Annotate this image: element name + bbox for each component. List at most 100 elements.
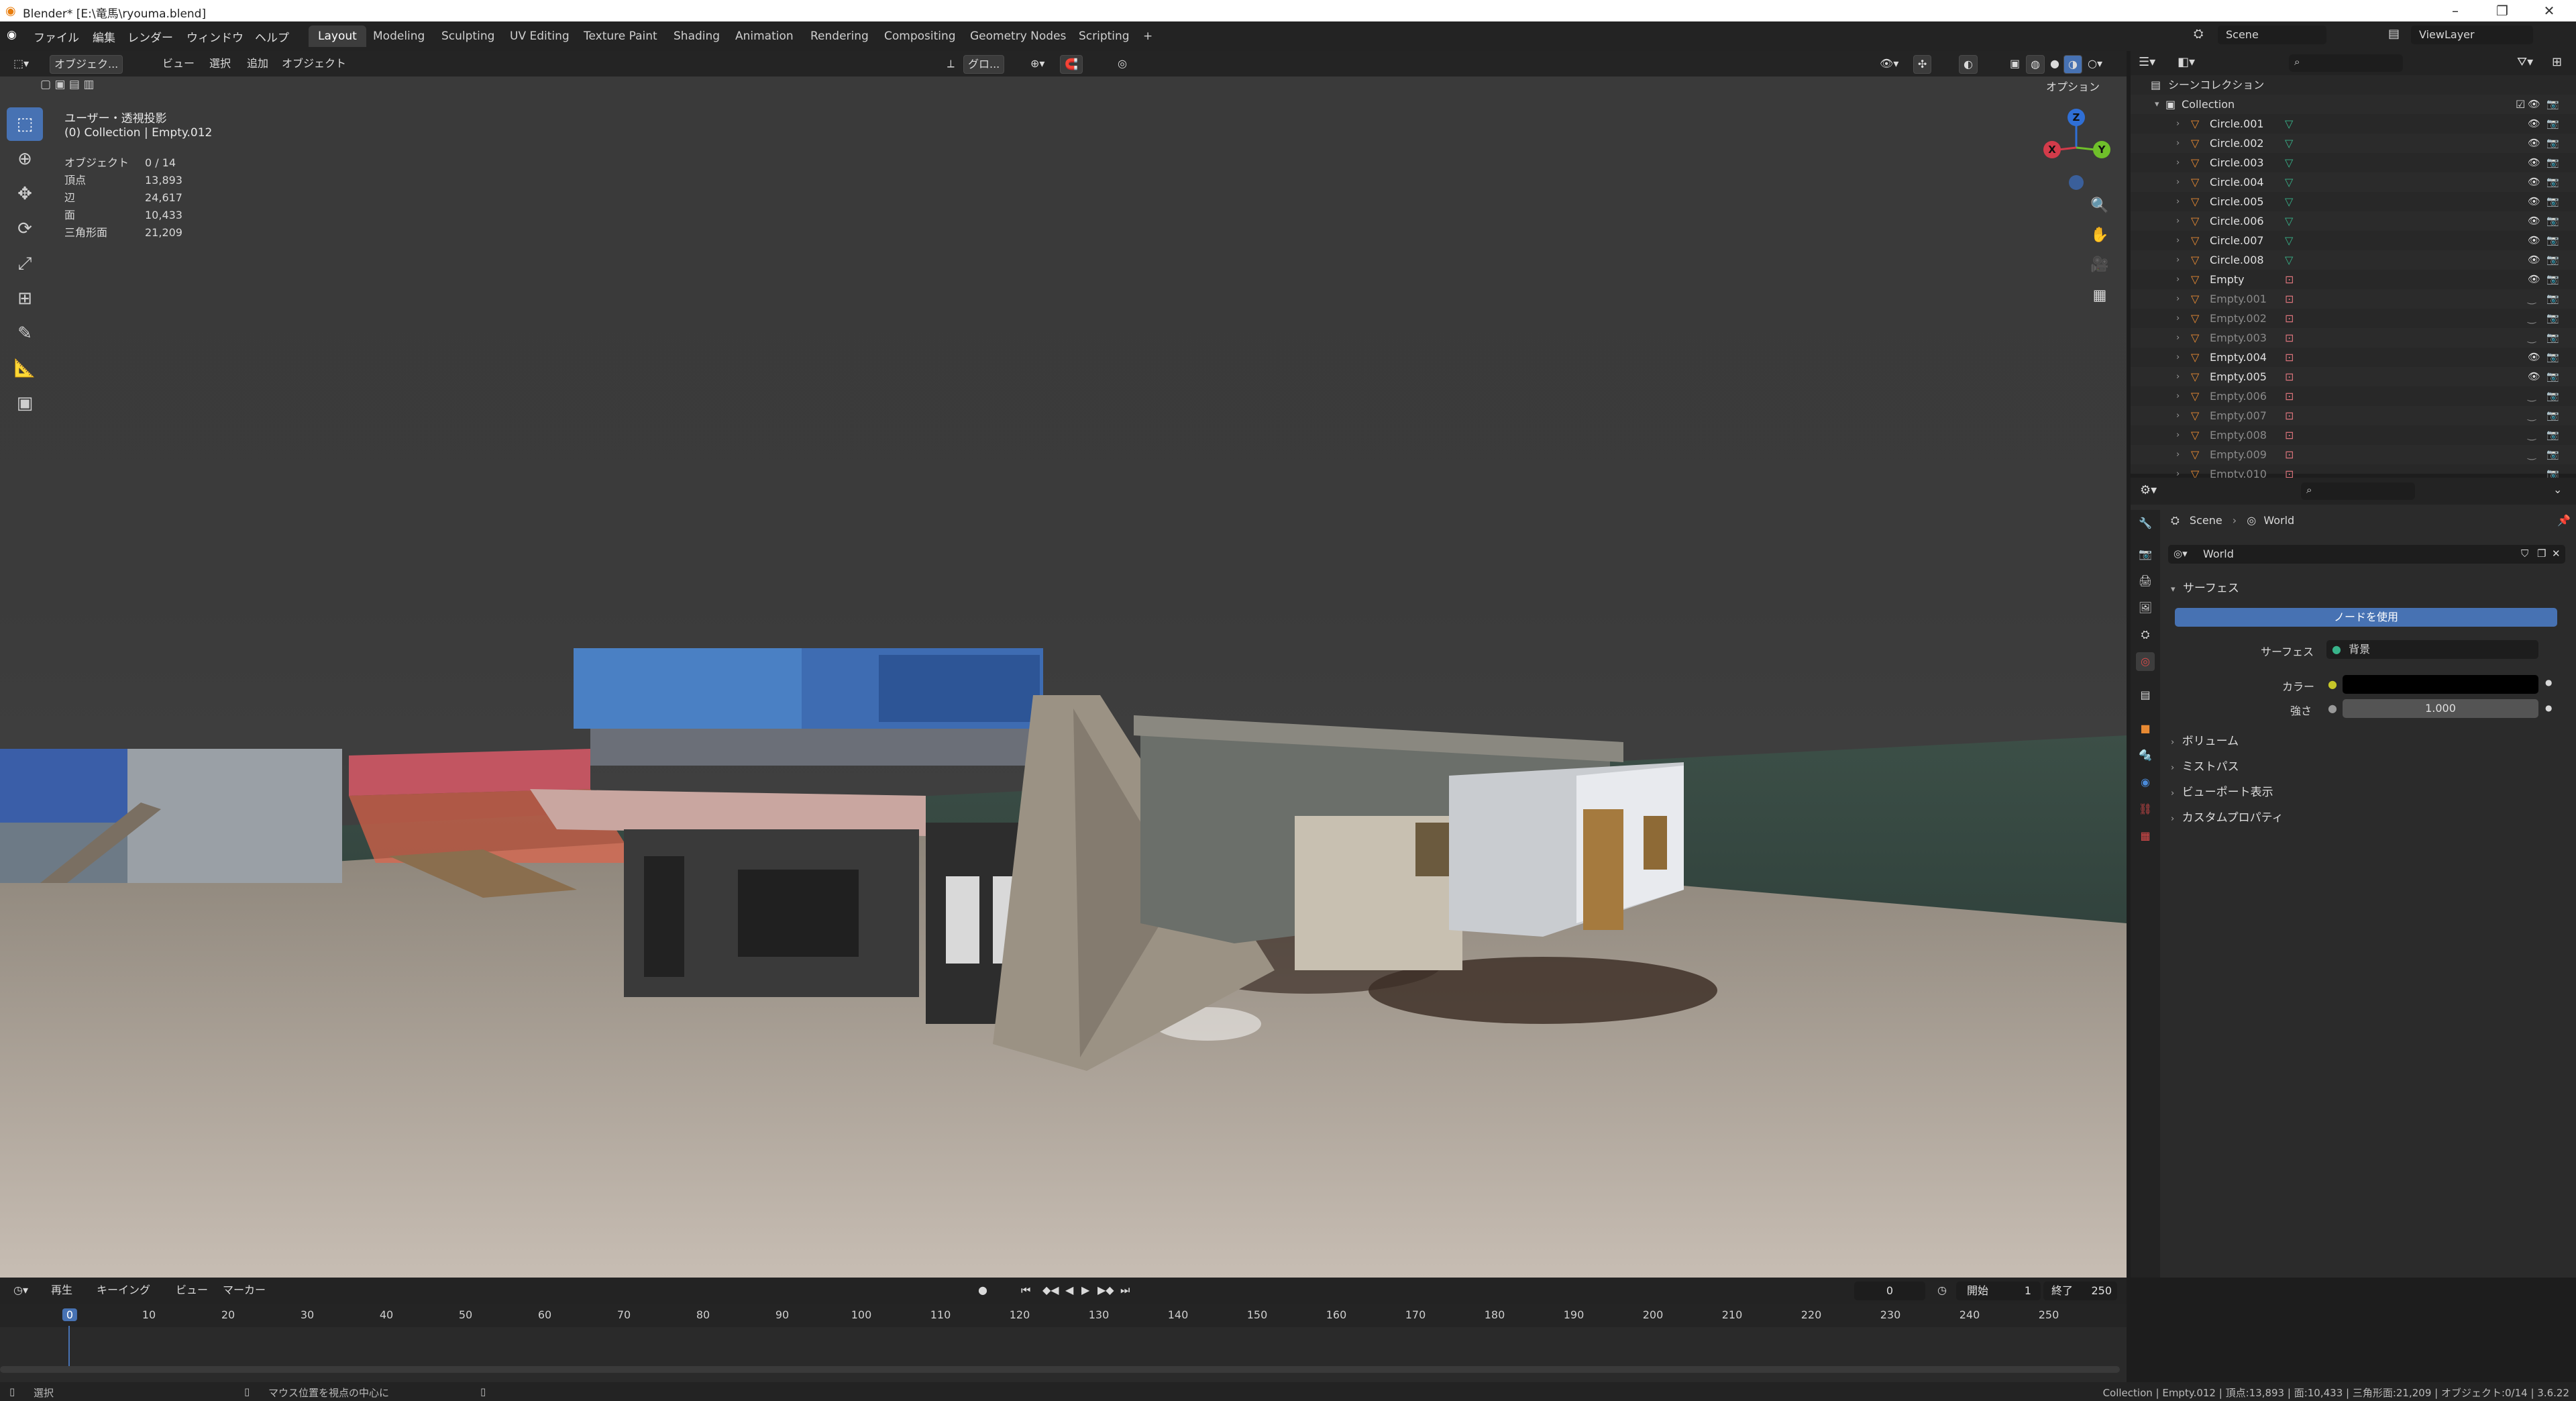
outliner-item[interactable]: › ▽ Empty.001 ⊡ ‿ 📷 bbox=[2131, 289, 2576, 309]
expand-arrow-icon[interactable]: › bbox=[2176, 114, 2180, 134]
strength-field[interactable]: 1.000 bbox=[2343, 699, 2538, 718]
camera-icon[interactable]: 📷 bbox=[2546, 425, 2559, 445]
camera-icon[interactable]: 📷 bbox=[2546, 406, 2559, 425]
properties-search-input[interactable]: ⌕ bbox=[2301, 482, 2415, 500]
zoom-icon[interactable]: 🔍 bbox=[2086, 192, 2113, 219]
add-workspace-icon[interactable]: + bbox=[1134, 25, 1162, 47]
custom-props-panel-header[interactable]: › カスタムプロパティ bbox=[2171, 807, 2284, 829]
menu-file[interactable]: ファイル bbox=[34, 28, 79, 45]
navigation-gizmo[interactable]: Z X Y bbox=[2039, 107, 2113, 195]
view-layer-icon[interactable]: ▤ bbox=[2388, 27, 2400, 41]
auto-keying-icon[interactable]: ● bbox=[974, 1282, 991, 1299]
expand-arrow-icon[interactable]: › bbox=[2176, 445, 2180, 464]
expand-arrow-icon[interactable]: › bbox=[2176, 425, 2180, 445]
mist-panel-header[interactable]: › ミストパス bbox=[2171, 756, 2239, 778]
xray-icon[interactable]: ▣ bbox=[2006, 55, 2024, 72]
outliner-item[interactable]: › ▽ Empty.006 ⊡ ‿ 📷 bbox=[2131, 386, 2576, 406]
tab-sculpting[interactable]: Sculpting bbox=[432, 25, 504, 47]
collection-row[interactable]: ▾ ▣ Collection ☑ 👁 📷 bbox=[2131, 95, 2576, 114]
constraint-tab-icon[interactable]: ⛓ bbox=[2136, 800, 2155, 819]
scene-tab-icon[interactable]: ⛭ bbox=[2136, 625, 2155, 644]
camera-icon[interactable]: 📷 bbox=[2546, 348, 2559, 367]
preview-range-icon[interactable]: ◷ bbox=[1933, 1282, 1951, 1299]
camera-icon[interactable]: 📷 bbox=[2546, 309, 2559, 328]
camera-icon[interactable]: 📷 bbox=[2546, 386, 2559, 406]
surface-shader-selector[interactable]: ● 背景 bbox=[2326, 640, 2538, 659]
fake-user-icon[interactable]: ⛉ bbox=[2521, 548, 2528, 560]
gizmo-toggle-icon[interactable]: ✣ bbox=[1913, 55, 1932, 74]
eye-icon[interactable]: ‿ bbox=[2528, 445, 2536, 464]
scene-icon[interactable]: ⛭ bbox=[2194, 27, 2203, 41]
shading-rendered-icon[interactable]: ○▾ bbox=[2084, 55, 2106, 72]
menu-add[interactable]: 追加 bbox=[243, 55, 272, 72]
move-tool-icon[interactable]: ✥ bbox=[7, 177, 43, 211]
shading-wireframe-icon[interactable]: ◍ bbox=[2026, 55, 2045, 74]
expand-arrow-icon[interactable]: › bbox=[2176, 250, 2180, 270]
duplicate-icon[interactable]: ❐ bbox=[2537, 548, 2546, 560]
eye-icon[interactable]: ‿ bbox=[2528, 386, 2536, 406]
timeline-editor-type-icon[interactable]: ◷▾ bbox=[9, 1282, 32, 1299]
eye-icon[interactable]: 👁 bbox=[2528, 211, 2540, 231]
color-socket-icon[interactable]: ● bbox=[2328, 678, 2337, 690]
measure-tool-icon[interactable]: 📐 bbox=[7, 352, 43, 385]
eye-icon[interactable]: ‿ bbox=[2528, 309, 2536, 328]
add-cube-tool-icon[interactable]: ▣ bbox=[7, 386, 43, 420]
eye-icon[interactable]: 👁 bbox=[2528, 348, 2540, 367]
view-layer-selector[interactable]: ViewLayer bbox=[2411, 25, 2533, 44]
close-button[interactable]: ✕ bbox=[2529, 0, 2569, 21]
outliner-item[interactable]: › ▽ Empty.003 ⊡ ‿ 📷 bbox=[2131, 328, 2576, 348]
expand-arrow-icon[interactable]: › bbox=[2176, 309, 2180, 328]
rotate-tool-icon[interactable]: ⟳ bbox=[7, 212, 43, 246]
timeline-ruler[interactable]: 0 10 20 30 40 50 60 70 80 90 100 110 120 130 140 150 160… bbox=[0, 1304, 2127, 1327]
menu-render[interactable]: レンダー bbox=[127, 28, 173, 45]
eye-icon[interactable]: 👁 bbox=[2528, 172, 2540, 192]
tab-uv-editing[interactable]: UV Editing bbox=[500, 25, 579, 47]
outliner-item[interactable]: › ▽ Circle.007 ▽ 👁 📷 bbox=[2131, 231, 2576, 250]
camera-icon[interactable]: 📷 bbox=[2546, 289, 2559, 309]
pin-icon[interactable]: 📌 bbox=[2557, 514, 2571, 527]
viewport-display-panel-header[interactable]: › ビューポート表示 bbox=[2171, 781, 2273, 804]
expand-arrow-icon[interactable]: › bbox=[2176, 270, 2180, 289]
tab-layout[interactable]: Layout bbox=[309, 25, 366, 47]
eye-icon[interactable]: 👁 bbox=[2528, 114, 2540, 134]
eye-icon[interactable]: ‿ bbox=[2528, 425, 2536, 445]
unlink-icon[interactable]: ✕ bbox=[2552, 548, 2561, 560]
outliner-panel[interactable]: ☰▾ ◧▾ ⌕ ⛛▾ ⊞ ▤ シーンコレクション ▾ ▣ Collection … bbox=[2131, 51, 2576, 480]
scale-tool-icon[interactable]: ⤢ bbox=[7, 247, 43, 280]
outliner-item[interactable]: › ▽ Circle.001 ▽ 👁 📷 bbox=[2131, 114, 2576, 134]
camera-icon[interactable]: 📷 bbox=[2546, 231, 2559, 250]
surface-panel-header[interactable]: ▾ サーフェス bbox=[2171, 577, 2565, 600]
outliner-item[interactable]: › ▽ Empty ⊡ 👁 📷 bbox=[2131, 270, 2576, 289]
camera-icon[interactable]: 📷 bbox=[2546, 114, 2559, 134]
gizmo-y-axis[interactable]: Y bbox=[2093, 141, 2110, 158]
physics-tab-icon[interactable]: ◉ bbox=[2136, 773, 2155, 792]
menu-object[interactable]: オブジェクト bbox=[278, 55, 350, 72]
proportional-edit-icon[interactable]: ◎ bbox=[1114, 55, 1131, 72]
display-mode-icon[interactable]: ◧▾ bbox=[2178, 55, 2195, 69]
view-layer-tab-icon[interactable]: 🖼 bbox=[2136, 599, 2155, 617]
strength-socket-icon[interactable]: ● bbox=[2328, 702, 2337, 715]
filter-icon[interactable]: ⛛▾ bbox=[2517, 55, 2533, 69]
outliner-item[interactable]: › ▽ Circle.005 ▽ 👁 📷 bbox=[2131, 192, 2576, 211]
select-mode-icons[interactable]: ▢ ▣ ▤ ▥ bbox=[40, 78, 94, 91]
start-frame-field[interactable]: 開始 1 bbox=[1956, 1282, 2041, 1300]
play-reverse-icon[interactable]: ◀ bbox=[1061, 1282, 1077, 1299]
blender-menu-icon[interactable]: ◉ bbox=[7, 28, 17, 42]
properties-editor-type-icon[interactable]: ⚙▾ bbox=[2140, 483, 2157, 497]
outliner-item[interactable]: › ▽ Empty.002 ⊡ ‿ 📷 bbox=[2131, 309, 2576, 328]
outliner-item[interactable]: › ▽ Circle.004 ▽ 👁 📷 bbox=[2131, 172, 2576, 192]
eye-icon[interactable]: ‿ bbox=[2528, 289, 2536, 309]
new-collection-icon[interactable]: ⊞ bbox=[2552, 55, 2562, 69]
editor-type-icon[interactable]: ⬚▾ bbox=[9, 55, 33, 72]
modifier-tab-icon[interactable]: 🔩 bbox=[2136, 746, 2155, 765]
outliner-search-input[interactable]: ⌕ bbox=[2289, 54, 2403, 72]
camera-icon[interactable]: 📷 bbox=[2546, 270, 2559, 289]
gizmo-z-axis[interactable]: Z bbox=[2068, 109, 2085, 126]
camera-icon[interactable]: 📷 bbox=[2546, 367, 2559, 386]
eye-icon[interactable]: ‿ bbox=[2528, 406, 2536, 425]
perspective-toggle-icon[interactable]: ▦ bbox=[2086, 282, 2113, 309]
tab-rendering[interactable]: Rendering bbox=[801, 25, 878, 47]
color-swatch[interactable] bbox=[2343, 675, 2538, 694]
jump-start-icon[interactable]: ⏮ bbox=[1017, 1282, 1034, 1299]
menu-marker[interactable]: マーカー bbox=[219, 1282, 270, 1299]
